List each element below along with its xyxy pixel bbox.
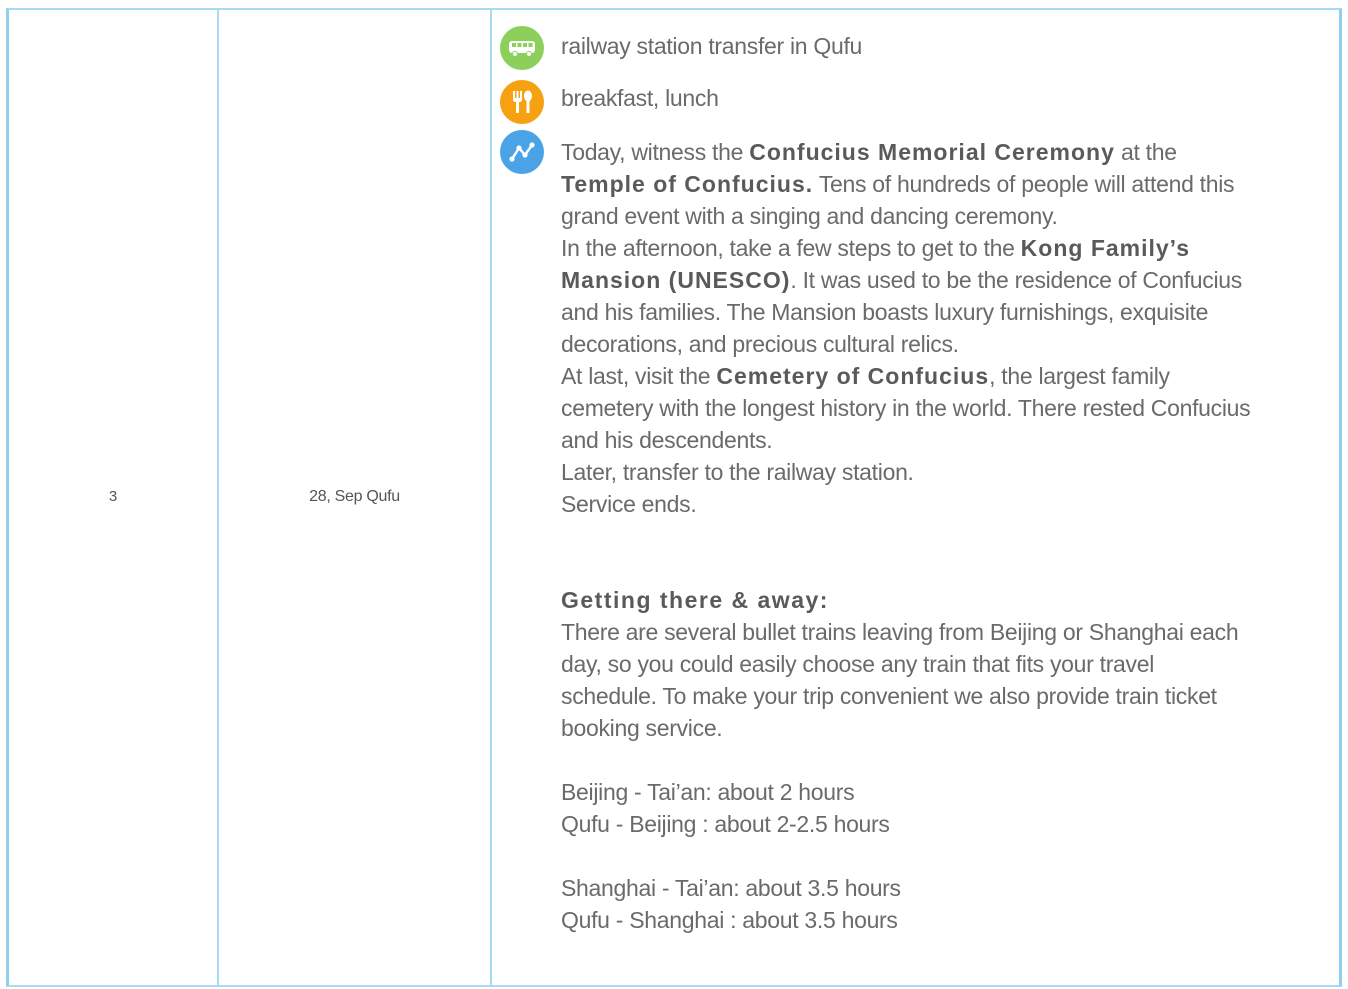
paragraph-service-ends: Service ends. [561,491,697,517]
text: Today, witness the [561,139,750,165]
paragraph-ceremony: Today, witness the Confucius Memorial Ce… [561,136,1251,232]
text: In the afternoon, take a few steps to ge… [561,235,1021,261]
bus-icon [500,26,544,70]
route-qufu-beijing: Qufu - Beijing : about 2-2.5 hours [561,811,890,837]
paragraph-transfer: Later, transfer to the railway station. [561,459,914,485]
paragraph-cemetery: At last, visit the Cemetery of Confucius… [561,360,1251,456]
highlight-cemetery: Cemetery of Confucius [716,363,990,389]
getting-there-text: There are several bullet trains leaving … [561,619,1239,741]
route-shanghai-taian: Shanghai - Tai’an: about 3.5 hours [561,875,901,901]
transfer-text: railway station transfer in Qufu [561,33,863,59]
fork-spoon-icon [500,80,544,124]
highlight-ceremony: Confucius Memorial Ceremony [749,139,1115,165]
day-number: 3 [108,488,118,505]
date-location: 28, Sep Qufu [309,488,400,505]
route-beijing-taian: Beijing - Tai’an: about 2 hours [561,779,855,805]
route-icon [500,130,544,174]
highlight-temple: Temple of Confucius. [561,171,814,197]
route-qufu-shanghai: Qufu - Shanghai : about 3.5 hours [561,907,898,933]
transfer-row: railway station transfer in Qufu [500,26,862,70]
column-divider [490,10,492,985]
meals-text: breakfast, lunch [561,85,719,111]
itinerary-table: 3 28, Sep Qufu railway station transfer … [6,8,1342,987]
itinerary-row: Today, witness the Confucius Memorial Ce… [500,130,1251,936]
getting-there-title: Getting there & away: [561,587,829,613]
meals-row: breakfast, lunch [500,80,719,124]
itinerary-description: Today, witness the Confucius Memorial Ce… [561,136,1251,936]
text: At last, visit the [561,363,717,389]
paragraph-mansion: In the afternoon, take a few steps to ge… [561,232,1251,360]
text: at the [1114,139,1177,165]
